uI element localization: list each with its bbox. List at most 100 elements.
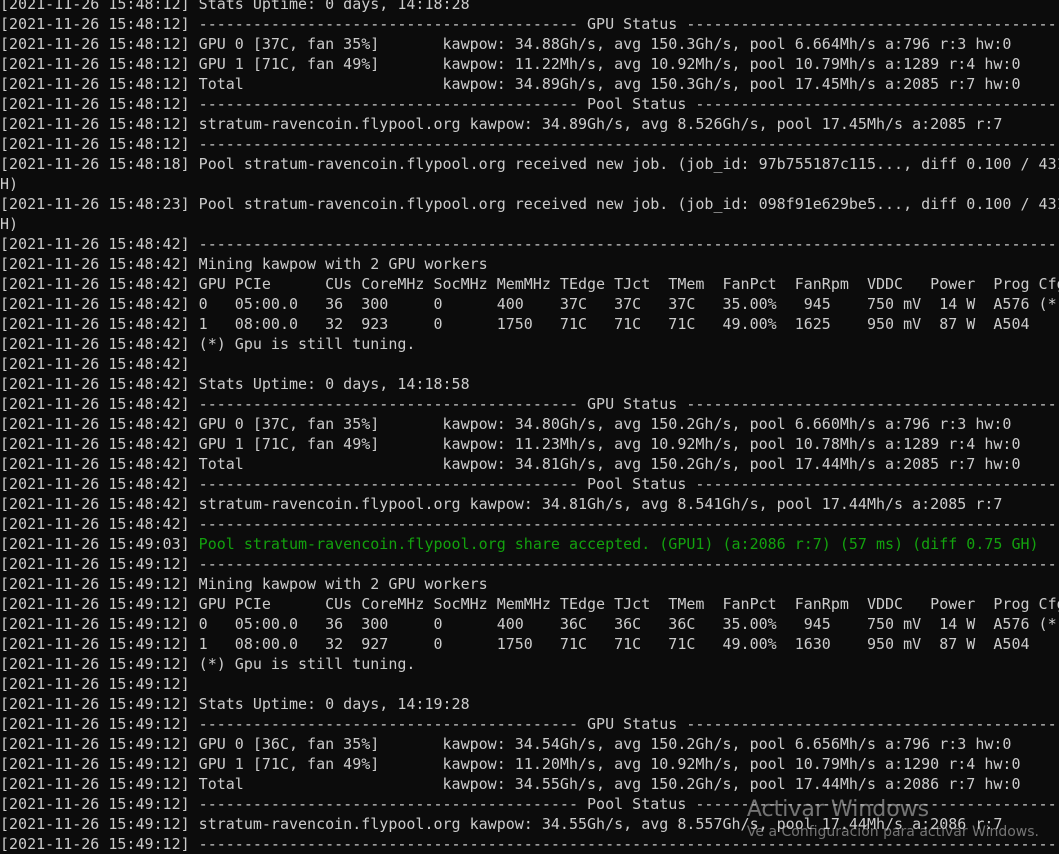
log-message: ----------------------------------------… bbox=[189, 135, 1059, 153]
log-timestamp: [2021-11-26 15:48:12] bbox=[0, 15, 190, 33]
terminal-line: [2021-11-26 15:48:42] Mining kawpow with… bbox=[0, 254, 1059, 274]
log-message: ----------------------------------------… bbox=[189, 795, 1059, 813]
log-timestamp: [2021-11-26 15:48:42] bbox=[0, 455, 190, 473]
log-timestamp: [2021-11-26 15:49:12] bbox=[0, 655, 190, 673]
log-timestamp: [2021-11-26 15:49:12] bbox=[0, 555, 190, 573]
terminal-line: [2021-11-26 15:48:42] 1 08:00.0 32 923 0… bbox=[0, 314, 1059, 334]
terminal-line: [2021-11-26 15:49:12] (*) Gpu is still t… bbox=[0, 654, 1059, 674]
log-timestamp: [2021-11-26 15:48:12] bbox=[0, 135, 190, 153]
log-message: Mining kawpow with 2 GPU workers bbox=[189, 255, 488, 273]
log-timestamp: [2021-11-26 15:49:12] bbox=[0, 795, 190, 813]
terminal-line: [2021-11-26 15:48:42] GPU 1 [71C, fan 49… bbox=[0, 434, 1059, 454]
share-accepted-message: Pool stratum-ravencoin.flypool.org share… bbox=[189, 535, 1039, 553]
log-message: GPU 0 [37C, fan 35%] kawpow: 34.80Gh/s, … bbox=[189, 415, 1012, 433]
log-timestamp: [2021-11-26 15:49:12] bbox=[0, 735, 190, 753]
log-message: GPU PCIe CUs CoreMHz SocMHz MemMHz TEdge… bbox=[189, 275, 1059, 293]
log-timestamp: [2021-11-26 15:49:12] bbox=[0, 715, 190, 733]
terminal-line: [2021-11-26 15:48:12] stratum-ravencoin.… bbox=[0, 114, 1059, 134]
log-message: ----------------------------------------… bbox=[189, 235, 1059, 253]
log-message: (*) Gpu is still tuning. bbox=[189, 655, 416, 673]
log-timestamp: [2021-11-26 15:49:12] bbox=[0, 675, 190, 693]
log-message: Pool stratum-ravencoin.flypool.org recei… bbox=[189, 155, 1059, 173]
log-timestamp: [2021-11-26 15:49:12] bbox=[0, 835, 190, 853]
terminal-output[interactable]: [2021-11-26 15:48:12] Stats Uptime: 0 da… bbox=[0, 0, 1059, 854]
terminal-line: [2021-11-26 15:48:42] bbox=[0, 354, 1059, 374]
log-timestamp: [2021-11-26 15:48:12] bbox=[0, 0, 190, 13]
log-message: ----------------------------------------… bbox=[189, 475, 1059, 493]
terminal-line: [2021-11-26 15:48:42] GPU 0 [37C, fan 35… bbox=[0, 414, 1059, 434]
terminal-line: [2021-11-26 15:48:18] Pool stratum-raven… bbox=[0, 154, 1059, 174]
terminal-line: [2021-11-26 15:48:42] stratum-ravencoin.… bbox=[0, 494, 1059, 514]
log-timestamp: [2021-11-26 15:49:12] bbox=[0, 815, 190, 833]
log-timestamp: [2021-11-26 15:48:23] bbox=[0, 195, 190, 213]
terminal-line: [2021-11-26 15:49:12] ------------------… bbox=[0, 554, 1059, 574]
terminal-line: [2021-11-26 15:49:12] GPU 1 [71C, fan 49… bbox=[0, 754, 1059, 774]
log-message: GPU 1 [71C, fan 49%] kawpow: 11.23Mh/s, … bbox=[189, 435, 1021, 453]
terminal-line: [2021-11-26 15:48:42] ------------------… bbox=[0, 234, 1059, 254]
terminal-line: [2021-11-26 15:49:12] Mining kawpow with… bbox=[0, 574, 1059, 594]
log-timestamp: [2021-11-26 15:48:12] bbox=[0, 55, 190, 73]
log-message: Total kawpow: 34.55Gh/s, avg 150.2Gh/s, … bbox=[189, 775, 1021, 793]
log-message: Stats Uptime: 0 days, 14:18:28 bbox=[189, 0, 470, 13]
log-message: 1 08:00.0 32 927 0 1750 71C 71C 71C 49.0… bbox=[189, 635, 1030, 653]
log-timestamp: [2021-11-26 15:48:42] bbox=[0, 335, 190, 353]
log-timestamp: [2021-11-26 15:48:42] bbox=[0, 395, 190, 413]
log-message: 0 05:00.0 36 300 0 400 37C 37C 37C 35.00… bbox=[189, 295, 1059, 313]
log-message: GPU 0 [36C, fan 35%] kawpow: 34.54Gh/s, … bbox=[189, 735, 1012, 753]
log-timestamp: [2021-11-26 15:49:03] bbox=[0, 535, 190, 553]
terminal-line: [2021-11-26 15:48:42] ------------------… bbox=[0, 474, 1059, 494]
log-timestamp: [2021-11-26 15:49:12] bbox=[0, 695, 190, 713]
terminal-line: [2021-11-26 15:48:42] ------------------… bbox=[0, 394, 1059, 414]
log-timestamp: [2021-11-26 15:48:42] bbox=[0, 435, 190, 453]
terminal-line: [2021-11-26 15:49:03] Pool stratum-raven… bbox=[0, 534, 1059, 554]
log-message: ----------------------------------------… bbox=[189, 95, 1059, 113]
terminal-line: [2021-11-26 15:49:12] stratum-ravencoin.… bbox=[0, 814, 1059, 834]
terminal-line: [2021-11-26 15:48:42] Stats Uptime: 0 da… bbox=[0, 374, 1059, 394]
log-timestamp: [2021-11-26 15:48:12] bbox=[0, 75, 190, 93]
log-timestamp: [2021-11-26 15:48:12] bbox=[0, 35, 190, 53]
log-timestamp: [2021-11-26 15:48:42] bbox=[0, 255, 190, 273]
log-message: ----------------------------------------… bbox=[189, 515, 1059, 533]
terminal-line: [2021-11-26 15:48:12] ------------------… bbox=[0, 14, 1059, 34]
terminal-line: [2021-11-26 15:49:12] 1 08:00.0 32 927 0… bbox=[0, 634, 1059, 654]
log-timestamp: [2021-11-26 15:49:12] bbox=[0, 615, 190, 633]
terminal-line: [2021-11-26 15:48:23] Pool stratum-raven… bbox=[0, 194, 1059, 214]
terminal-line: [2021-11-26 15:49:12] 0 05:00.0 36 300 0… bbox=[0, 614, 1059, 634]
log-timestamp: [2021-11-26 15:48:42] bbox=[0, 235, 190, 253]
log-timestamp: [2021-11-26 15:48:42] bbox=[0, 475, 190, 493]
log-message: ----------------------------------------… bbox=[189, 835, 1059, 853]
log-timestamp: [2021-11-26 15:48:18] bbox=[0, 155, 190, 173]
log-timestamp: [2021-11-26 15:48:42] bbox=[0, 355, 190, 373]
log-message: ----------------------------------------… bbox=[189, 15, 1059, 33]
log-timestamp: [2021-11-26 15:48:42] bbox=[0, 375, 190, 393]
log-timestamp: [2021-11-26 15:48:42] bbox=[0, 295, 190, 313]
log-timestamp: [2021-11-26 15:48:42] bbox=[0, 275, 190, 293]
log-timestamp: [2021-11-26 15:48:42] bbox=[0, 415, 190, 433]
log-message: stratum-ravencoin.flypool.org kawpow: 34… bbox=[189, 115, 1003, 133]
terminal-line: [2021-11-26 15:49:12] bbox=[0, 674, 1059, 694]
log-message: Pool stratum-ravencoin.flypool.org recei… bbox=[189, 195, 1059, 213]
log-timestamp: [2021-11-26 15:49:12] bbox=[0, 635, 190, 653]
terminal-line: [2021-11-26 15:48:42] ------------------… bbox=[0, 514, 1059, 534]
log-message: H) bbox=[0, 175, 19, 193]
log-message: Total kawpow: 34.81Gh/s, avg 150.2Gh/s, … bbox=[189, 455, 1021, 473]
terminal-line: [2021-11-26 15:48:12] Total kawpow: 34.8… bbox=[0, 74, 1059, 94]
log-message: Total kawpow: 34.89Gh/s, avg 150.3Gh/s, … bbox=[189, 75, 1021, 93]
log-message: (*) Gpu is still tuning. bbox=[189, 335, 416, 353]
log-message: ----------------------------------------… bbox=[189, 395, 1059, 413]
log-timestamp: [2021-11-26 15:48:12] bbox=[0, 115, 190, 133]
terminal-line: H) bbox=[0, 174, 1059, 194]
terminal-line: [2021-11-26 15:48:12] ------------------… bbox=[0, 134, 1059, 154]
log-timestamp: [2021-11-26 15:48:42] bbox=[0, 515, 190, 533]
log-timestamp: [2021-11-26 15:49:12] bbox=[0, 755, 190, 773]
terminal-line: [2021-11-26 15:48:42] 0 05:00.0 36 300 0… bbox=[0, 294, 1059, 314]
log-message: Stats Uptime: 0 days, 14:19:28 bbox=[189, 695, 470, 713]
log-message: GPU PCIe CUs CoreMHz SocMHz MemMHz TEdge… bbox=[189, 595, 1059, 613]
log-message: ----------------------------------------… bbox=[189, 555, 1059, 573]
terminal-line: [2021-11-26 15:49:12] Total kawpow: 34.5… bbox=[0, 774, 1059, 794]
terminal-line: [2021-11-26 15:49:12] Stats Uptime: 0 da… bbox=[0, 694, 1059, 714]
log-timestamp: [2021-11-26 15:48:42] bbox=[0, 315, 190, 333]
log-timestamp: [2021-11-26 15:48:12] bbox=[0, 95, 190, 113]
terminal-line: [2021-11-26 15:48:12] GPU 1 [71C, fan 49… bbox=[0, 54, 1059, 74]
log-timestamp: [2021-11-26 15:49:12] bbox=[0, 775, 190, 793]
